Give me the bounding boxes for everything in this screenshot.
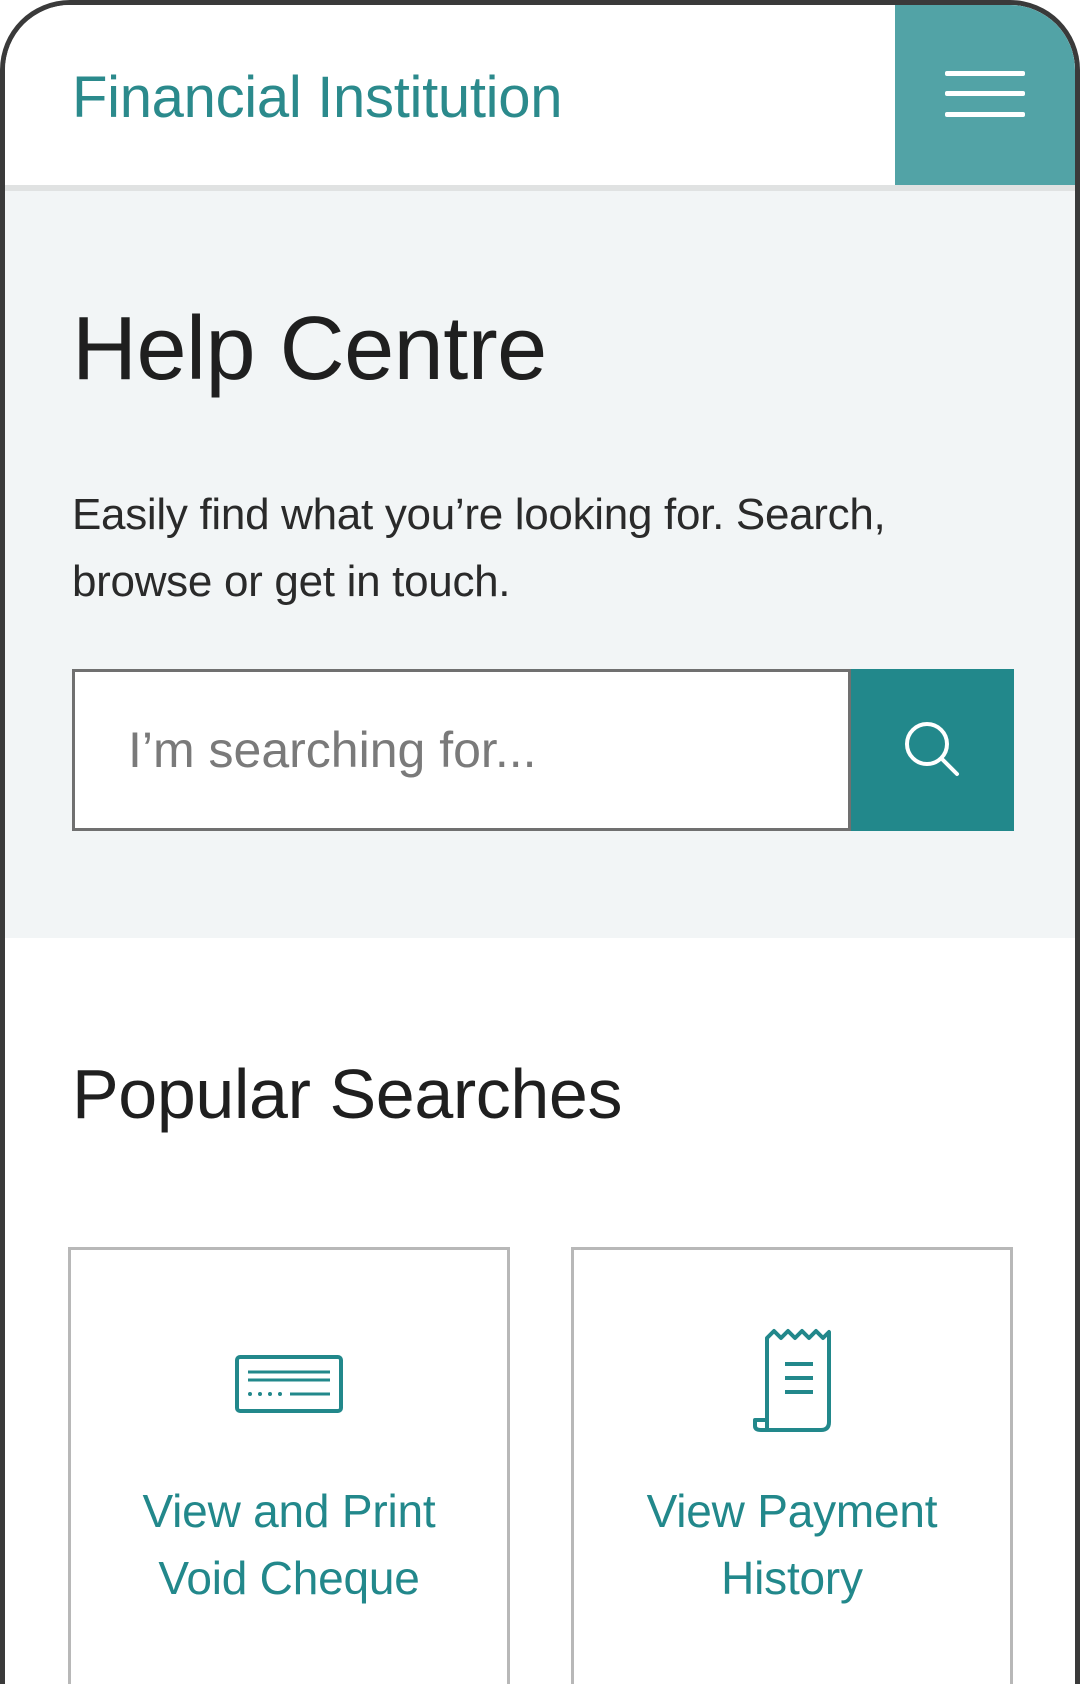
page-title: Help Centre bbox=[72, 299, 547, 399]
search-bar bbox=[72, 669, 1016, 833]
help-hero: Help Centre Easily find what you’re look… bbox=[5, 191, 1075, 938]
search-input[interactable] bbox=[72, 669, 851, 831]
phone-frame: Financial Institution Help Centre Easily… bbox=[0, 0, 1080, 1684]
hero-description: Easily find what you’re looking for. Sea… bbox=[72, 490, 886, 606]
search-icon bbox=[904, 722, 959, 776]
card-payment-history[interactable]: View Payment History bbox=[571, 1247, 1013, 1684]
site-header: Financial Institution bbox=[5, 5, 1075, 191]
cheque-icon bbox=[235, 1355, 343, 1413]
menu-button[interactable] bbox=[895, 5, 1075, 185]
card-label: View Payment History bbox=[646, 1485, 938, 1604]
popular-searches-title: Popular Searches bbox=[72, 1055, 623, 1133]
receipt-icon bbox=[753, 1329, 831, 1432]
brand-name[interactable]: Financial Institution bbox=[72, 63, 562, 133]
card-label: View and Print Void Cheque bbox=[142, 1485, 436, 1604]
card-void-cheque[interactable]: View and Print Void Cheque bbox=[68, 1247, 510, 1684]
search-button[interactable] bbox=[851, 669, 1014, 831]
